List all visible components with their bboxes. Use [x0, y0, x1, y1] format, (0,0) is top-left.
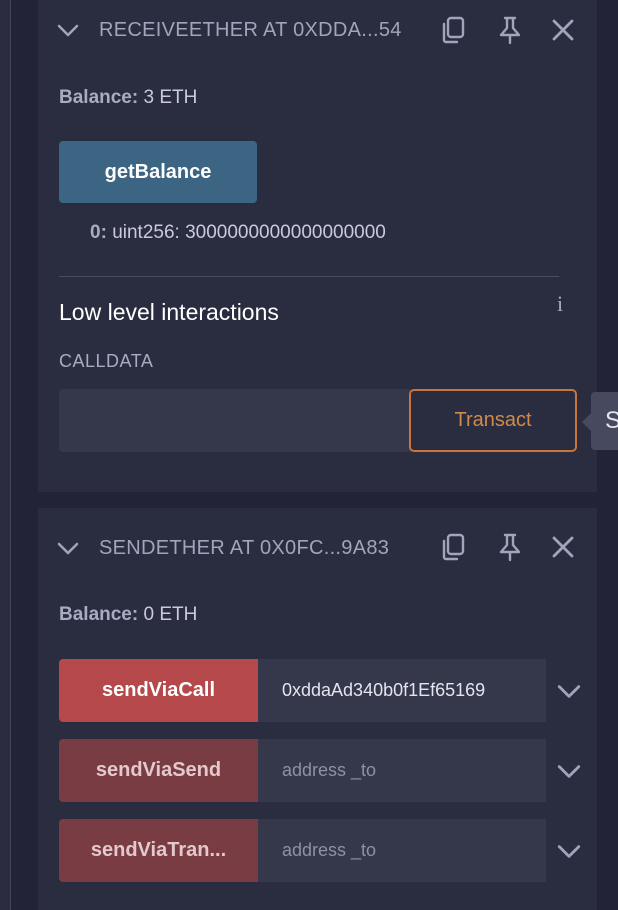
- calldata-input[interactable]: [59, 389, 411, 452]
- balance-row: Balance: 0 ETH: [59, 604, 197, 626]
- section-divider: [59, 276, 559, 277]
- result-value: uint256: 3000000000000000000: [112, 222, 386, 243]
- result-index: 0:: [90, 222, 107, 243]
- address-to-input[interactable]: [258, 659, 546, 722]
- transact-button[interactable]: Transact: [409, 389, 577, 452]
- getbalance-button[interactable]: getBalance: [59, 141, 257, 203]
- chevron-down-icon[interactable]: [556, 758, 582, 784]
- tooltip: S: [591, 392, 618, 450]
- balance-value: 0 ETH: [143, 604, 198, 625]
- low-level-title: Low level interactions: [59, 299, 279, 325]
- contract-panel-sendether: SENDETHER AT 0X0FC...9A83 Balance: 0 ETH…: [38, 508, 597, 910]
- left-rail: [0, 0, 10, 910]
- left-rail-divider: [10, 0, 11, 910]
- sendviacall-button[interactable]: sendViaCall: [59, 659, 258, 722]
- function-row-sendviacall: sendViaCall: [59, 659, 582, 722]
- copy-icon[interactable]: [438, 532, 468, 562]
- contract-header[interactable]: SENDETHER AT 0X0FC...9A83: [38, 508, 597, 568]
- chevron-down-icon[interactable]: [56, 536, 80, 560]
- contract-header[interactable]: RECEIVEETHER AT 0XDDA...54: [38, 0, 597, 60]
- address-to-input[interactable]: [258, 819, 546, 882]
- chevron-down-icon[interactable]: [56, 18, 80, 42]
- address-to-input[interactable]: [258, 739, 546, 802]
- copy-icon[interactable]: [438, 15, 468, 45]
- balance-value: 3 ETH: [143, 87, 198, 108]
- call-result: 0: uint256: 3000000000000000000: [90, 222, 386, 244]
- balance-label: Balance:: [59, 604, 139, 625]
- close-icon[interactable]: [548, 532, 578, 562]
- function-row-sendviasend: sendViaSend: [59, 739, 582, 802]
- calldata-label: CALLDATA: [59, 351, 154, 371]
- balance-row: Balance: 3 ETH: [59, 87, 197, 109]
- contract-title: RECEIVEETHER AT 0XDDA...54: [99, 19, 402, 41]
- info-icon[interactable]: i: [557, 291, 563, 317]
- contract-panel-receiveether: RECEIVEETHER AT 0XDDA...54 Balance: 3 ET…: [38, 0, 597, 492]
- contract-title: SENDETHER AT 0X0FC...9A83: [99, 537, 390, 559]
- balance-label: Balance:: [59, 87, 139, 108]
- chevron-down-icon[interactable]: [556, 678, 582, 704]
- sendviasend-button[interactable]: sendViaSend: [59, 739, 258, 802]
- close-icon[interactable]: [548, 15, 578, 45]
- sendviatransfer-button[interactable]: sendViaTran...: [59, 819, 258, 882]
- function-row-sendviatransfer: sendViaTran...: [59, 819, 582, 882]
- pin-icon[interactable]: [495, 532, 525, 562]
- chevron-down-icon[interactable]: [556, 838, 582, 864]
- pin-icon[interactable]: [495, 15, 525, 45]
